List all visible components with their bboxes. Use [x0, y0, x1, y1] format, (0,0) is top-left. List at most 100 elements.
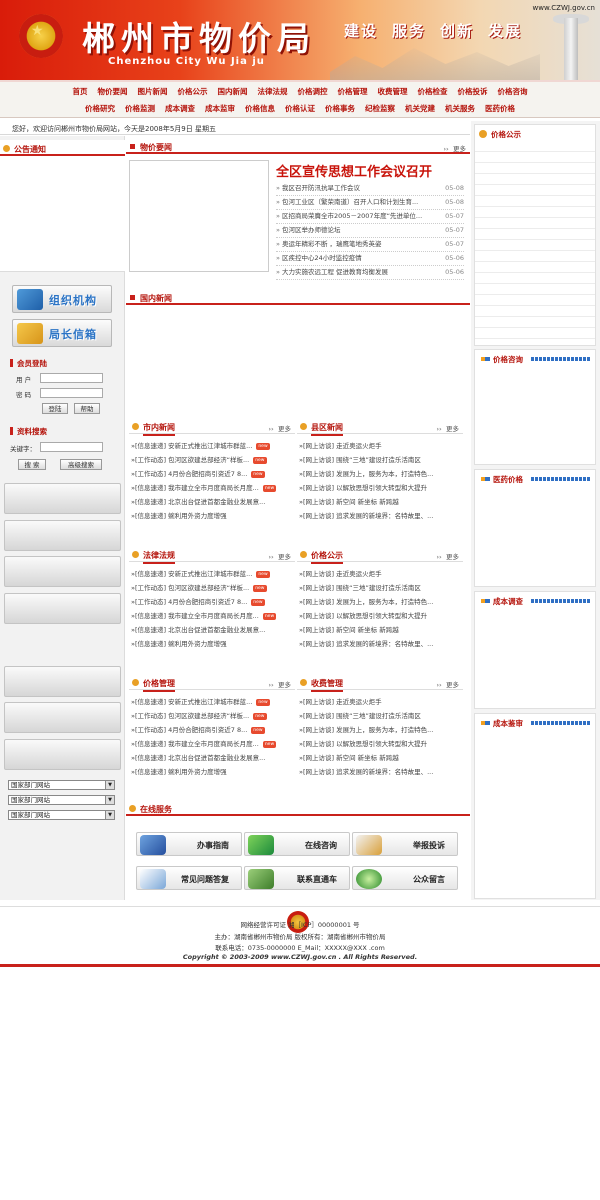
nav-item[interactable]: 收费管理: [378, 86, 408, 97]
advanced-search-button[interactable]: 高级搜索: [60, 459, 102, 470]
panel-item[interactable]: »[网上访谈] 围绕“三地”建设打造乐活南区: [299, 710, 459, 724]
panel-item[interactable]: »[信息速递] 北京出台促进首都金融业发展意...: [131, 752, 291, 766]
nav-item[interactable]: 价格检查: [418, 86, 448, 97]
dept-site-select[interactable]: 国家部门网站 ▼: [8, 795, 115, 805]
news-item[interactable]: » 区疾控中心24小时监控疫情 05-06: [276, 252, 464, 266]
side-link-button[interactable]: [4, 739, 121, 770]
panel-item[interactable]: »[工作动态] 4月份合肥招商引资近7 8... new: [131, 468, 291, 482]
news-item[interactable]: » 大力实施农远工程 促进教育均衡发展 05-06: [276, 266, 464, 280]
panel-item[interactable]: »[信息速递] 我市建立全市月度商局长月度... new: [131, 610, 291, 624]
side-link-button[interactable]: [4, 520, 121, 551]
panel-item[interactable]: »[网上访谈] 围绕“三地”建设打造乐活南区: [299, 582, 459, 596]
nav-item[interactable]: 价格管理: [338, 86, 368, 97]
nav-item[interactable]: 价格信息: [245, 103, 275, 114]
nav-item[interactable]: 价格公示: [178, 86, 208, 97]
panel-more-link[interactable]: ›› 更多: [268, 551, 291, 561]
nav-item[interactable]: 机关党建: [405, 103, 435, 114]
panel-item[interactable]: »[信息速递] 北京出台促进首都金融业发展意...: [131, 496, 291, 510]
panel-item[interactable]: »[信息速递] 安新正式推出江津城市群蓝... new: [131, 440, 291, 454]
nav-item[interactable]: 成本监审: [205, 103, 235, 114]
panel-item[interactable]: »[网上访谈] 走近奥运火炬手: [299, 568, 459, 582]
panel-item[interactable]: »[信息速递] 蜿利用外资力度增强: [131, 766, 291, 780]
nav-item[interactable]: 国内新闻: [218, 86, 248, 97]
search-button[interactable]: 搜 索: [18, 459, 46, 470]
org-structure-button[interactable]: 组织机构: [12, 285, 112, 313]
help-button[interactable]: 帮助: [74, 403, 100, 414]
nav-item[interactable]: 法律法规: [258, 86, 288, 97]
panel-item[interactable]: »[信息速递] 安新正式推出江津城市群蓝... new: [131, 696, 291, 710]
nav-item[interactable]: 价格事务: [325, 103, 355, 114]
side-link-button[interactable]: [4, 483, 121, 514]
panel-item[interactable]: »[信息速递] 我市建立全市月度商局长月度... new: [131, 738, 291, 752]
panel-more-link[interactable]: ›› 更多: [436, 679, 459, 689]
panel-item[interactable]: »[网上访谈] 发展为上，服务为本，打造特色...: [299, 468, 459, 482]
panel-item[interactable]: »[信息速递] 北京出台促进首都金融业发展意...: [131, 624, 291, 638]
news-item[interactable]: » 我区召开防汛抗旱工作会议 05-08: [276, 182, 464, 196]
nav-item[interactable]: 首页: [73, 86, 88, 97]
nav-item[interactable]: 机关服务: [445, 103, 475, 114]
panel-item[interactable]: »[工作动态] 包河区欲建总部经济“样板... new: [131, 710, 291, 724]
news-item[interactable]: » 区招商局荣膺全市2005－2007年度“先进单位... 05-07: [276, 210, 464, 224]
panel-item[interactable]: »[网上访谈] 追求发展的新境界：名特故里、...: [299, 510, 459, 524]
panel-item[interactable]: »[网上访谈] 发展为上，服务为本，打造特色...: [299, 724, 459, 738]
contact-hotline-button[interactable]: 联系直通车: [244, 866, 350, 890]
nav-item[interactable]: 价格认证: [285, 103, 315, 114]
faq-button[interactable]: 常见问题答复: [136, 866, 242, 890]
headline-link[interactable]: 全区宣传思想工作会议召开: [276, 161, 432, 180]
side-link-button[interactable]: [4, 666, 121, 697]
panel-more-link[interactable]: ›› 更多: [268, 679, 291, 689]
side-link-button[interactable]: [4, 593, 121, 624]
panel-item[interactable]: »[网上访谈] 以解放思想引领大转型和大提升: [299, 738, 459, 752]
news-image[interactable]: [129, 160, 269, 272]
panel-item[interactable]: »[信息速递] 我市建立全市月度商局长月度... new: [131, 482, 291, 496]
director-mailbox-button[interactable]: 局长信箱: [12, 319, 112, 347]
service-guide-button[interactable]: 办事指南: [136, 832, 242, 856]
panel-item[interactable]: »[工作动态] 4月份合肥招商引资近7 8... new: [131, 724, 291, 738]
panel-item[interactable]: »[工作动态] 4月份合肥招商引资近7 8... new: [131, 596, 291, 610]
dept-site-select[interactable]: 国家部门网站 ▼: [8, 810, 115, 820]
panel-item[interactable]: »[网上访谈] 以解放思想引领大转型和大提升: [299, 610, 459, 624]
password-input[interactable]: [40, 388, 103, 398]
nav-item[interactable]: 医药价格: [485, 103, 515, 114]
panel-item[interactable]: »[网上访谈] 走近奥运火炬手: [299, 440, 459, 454]
panel-item[interactable]: »[网上访谈] 追求发展的新境界：名特故里、...: [299, 766, 459, 780]
nav-item[interactable]: 价格投诉: [458, 86, 488, 97]
dept-site-select[interactable]: 国家部门网站 ▼: [8, 780, 115, 790]
panel-more-link[interactable]: ›› 更多: [436, 423, 459, 433]
panel-item[interactable]: »[信息速递] 蜿利用外资力度增强: [131, 638, 291, 652]
panel-item[interactable]: »[网上访谈] 以解放思想引领大转型和大提升: [299, 482, 459, 496]
news-item[interactable]: » 奥运年精彩不断 ，瑞鹰笔地秀英姿 05-07: [276, 238, 464, 252]
panel-item[interactable]: »[网上访谈] 新空间 新坐标 新跨越: [299, 624, 459, 638]
nav-item[interactable]: 价格监测: [125, 103, 155, 114]
nav-item[interactable]: 价格研究: [85, 103, 115, 114]
news-item[interactable]: » 包河区举办师德论坛 05-07: [276, 224, 464, 238]
panel-more-link[interactable]: ›› 更多: [268, 423, 291, 433]
panel-item[interactable]: »[信息速递] 安新正式推出江津城市群蓝... new: [131, 568, 291, 582]
panel-item[interactable]: »[网上访谈] 追求发展的新境界：名特故里、...: [299, 638, 459, 652]
panel-item[interactable]: »[工作动态] 包河区欲建总部经济“样板... new: [131, 454, 291, 468]
panel-item[interactable]: »[网上访谈] 围绕“三地”建设打造乐活南区: [299, 454, 459, 468]
panel-item[interactable]: »[网上访谈] 新空间 新坐标 新跨越: [299, 752, 459, 766]
panel-item[interactable]: »[网上访谈] 走近奥运火炬手: [299, 696, 459, 710]
side-link-button[interactable]: [4, 556, 121, 587]
login-button[interactable]: 登陆: [42, 403, 68, 414]
public-message-button[interactable]: 公众留言: [352, 866, 458, 890]
panel-item[interactable]: »[工作动态] 包河区欲建总部经济“样板... new: [131, 582, 291, 596]
panel-more-link[interactable]: ›› 更多: [436, 551, 459, 561]
panel-item[interactable]: »[信息速递] 蜿利用外资力度增强: [131, 510, 291, 524]
online-consult-button[interactable]: 在线咨询: [244, 832, 350, 856]
panel-item[interactable]: »[网上访谈] 新空间 新坐标 新跨越: [299, 496, 459, 510]
keyword-input[interactable]: [40, 442, 103, 452]
side-link-button[interactable]: [4, 702, 121, 733]
nav-item[interactable]: 纪检监察: [365, 103, 395, 114]
report-complaint-button[interactable]: 举报投诉: [352, 832, 458, 856]
nav-item[interactable]: 物价要闻: [98, 86, 128, 97]
wujia-more-link[interactable]: ›› 更多: [443, 143, 466, 153]
panel-item[interactable]: »[网上访谈] 发展为上，服务为本，打造特色...: [299, 596, 459, 610]
nav-item[interactable]: 价格调控: [298, 86, 328, 97]
news-item[interactable]: » 包河工业区（繁荣南道）召开人口和计划生育... 05-08: [276, 196, 464, 210]
nav-item[interactable]: 价格咨询: [498, 86, 528, 97]
nav-item[interactable]: 图片新闻: [138, 86, 168, 97]
nav-item[interactable]: 成本调查: [165, 103, 195, 114]
username-input[interactable]: [40, 373, 103, 383]
